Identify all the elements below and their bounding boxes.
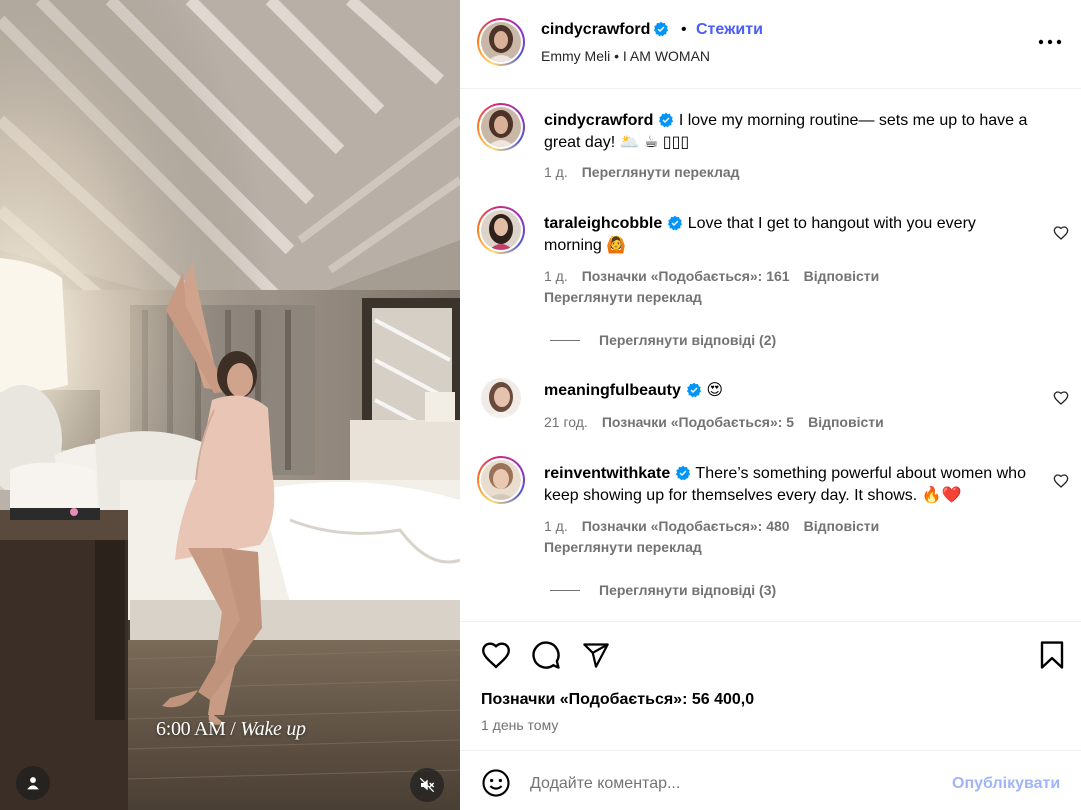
caption-username[interactable]: cindycrawford (544, 112, 653, 129)
replies-line (550, 339, 580, 341)
avatar-image (481, 460, 521, 500)
comment-body: meaningfulbeauty 😍 (544, 380, 1029, 402)
comment-meta: 1 д. Позначки «Подобається»: 161 Відповіст… (544, 268, 893, 284)
verified-badge-icon (686, 382, 701, 398)
post-details-panel: cindycrawford • Стежити Emmy Meli • I AM… (460, 0, 1081, 810)
overlay-time: 6:00 AM / (156, 718, 236, 740)
overlay-label: Wake up (240, 718, 306, 740)
author-username-text[interactable]: cindycrawford (541, 21, 650, 38)
comment-meta: 21 год. Позначки «Подобається»: 5 Відповіс… (544, 414, 898, 430)
caption-avatar[interactable] (477, 103, 525, 151)
comment-likes[interactable]: Позначки «Подобається»: 5 (602, 414, 794, 430)
reply-button[interactable]: Відповісти (804, 268, 880, 284)
comment-translate-link[interactable]: Переглянути переклад (544, 539, 702, 555)
like-comment-heart-icon[interactable] (1053, 473, 1069, 489)
view-replies-button[interactable]: Переглянути відповіді (3) (550, 582, 776, 598)
like-comment-heart-icon[interactable] (1053, 390, 1069, 406)
comment-time[interactable]: 1 д. (544, 268, 568, 284)
user-tag-icon (27, 777, 39, 790)
avatar-image (481, 22, 521, 62)
heart-icon[interactable] (481, 641, 511, 669)
avatar-image (481, 378, 521, 418)
comment-username[interactable]: meaningfulbeauty (544, 382, 681, 399)
post-likes-count[interactable]: Позначки «Подобається»: 56 400,0 (481, 691, 754, 709)
comment-avatar[interactable] (477, 456, 525, 504)
add-comment-input[interactable] (530, 766, 940, 802)
comment-likes[interactable]: Позначки «Подобається»: 480 (582, 518, 790, 534)
verified-badge-icon (659, 112, 674, 128)
post-header: cindycrawford • Стежити Emmy Meli • I AM… (460, 0, 1081, 88)
reply-button[interactable]: Відповісти (808, 414, 884, 430)
author-username[interactable]: cindycrawford (541, 21, 669, 39)
verified-badge-icon (676, 465, 691, 481)
comment-icon[interactable] (531, 640, 561, 670)
comment-body: taraleighcobble Love that I get to hango… (544, 213, 1029, 257)
actions-divider (460, 621, 1081, 622)
caption-meta: 1 д. Переглянути переклад (544, 164, 754, 180)
comment-box-divider (460, 750, 1081, 751)
verified-badge-icon (668, 215, 683, 231)
mute-toggle-button[interactable] (410, 768, 444, 802)
comment-username[interactable]: taraleighcobble (544, 215, 662, 232)
publish-button[interactable]: Опублікувати (952, 775, 1060, 793)
caption-body: cindycrawford I love my morning routine—… (544, 110, 1029, 154)
avatar-image (481, 210, 521, 250)
video-overlay-caption: 6:00 AM / Wake up (156, 718, 306, 741)
emoji-icon[interactable] (481, 768, 511, 798)
mute-icon (419, 777, 435, 793)
comment-text: 😍 (706, 382, 724, 399)
caption-time[interactable]: 1 д. (544, 164, 568, 180)
audio-track[interactable]: I AM WOMAN (623, 48, 710, 64)
reply-button[interactable]: Відповісти (804, 518, 880, 534)
comment-translate-link[interactable]: Переглянути переклад (544, 289, 702, 305)
like-comment-heart-icon[interactable] (1053, 225, 1069, 241)
comment-avatar[interactable] (481, 378, 521, 418)
bookmark-icon[interactable] (1039, 640, 1065, 670)
comment-likes[interactable]: Позначки «Подобається»: 161 (582, 268, 790, 284)
audio-artist[interactable]: Emmy Meli (541, 48, 610, 64)
post-media[interactable]: 6:00 AM / Wake up (0, 0, 460, 810)
user-tags-button[interactable] (16, 766, 50, 800)
audio-separator: • (614, 48, 620, 64)
view-replies-label[interactable]: Переглянути відповіді (2) (599, 332, 776, 348)
verified-badge-icon (654, 21, 669, 37)
caption-translate-link[interactable]: Переглянути переклад (582, 164, 740, 180)
comment-username[interactable]: reinventwithkate (544, 465, 670, 482)
avatar-image (481, 107, 521, 147)
share-icon[interactable] (581, 641, 611, 669)
comment-time[interactable]: 1 д. (544, 518, 568, 534)
follow-button[interactable]: Стежити (696, 21, 763, 39)
header-separator: • (681, 21, 687, 38)
more-options-icon[interactable] (1036, 32, 1064, 52)
header-divider (460, 88, 1081, 89)
comment-body: reinventwithkate There’s something power… (544, 463, 1029, 507)
comment-avatar[interactable] (477, 206, 525, 254)
audio-attribution[interactable]: Emmy Meli • I AM WOMAN (541, 48, 710, 64)
replies-line (550, 589, 580, 591)
video-frame (0, 0, 460, 810)
comment-time[interactable]: 21 год. (544, 414, 588, 430)
comment-meta: 1 д. Позначки «Подобається»: 480 Відповіст… (544, 518, 893, 534)
view-replies-button[interactable]: Переглянути відповіді (2) (550, 332, 776, 348)
post-timestamp[interactable]: 1 день тому (481, 717, 558, 733)
author-avatar[interactable] (477, 18, 525, 66)
view-replies-label[interactable]: Переглянути відповіді (3) (599, 582, 776, 598)
